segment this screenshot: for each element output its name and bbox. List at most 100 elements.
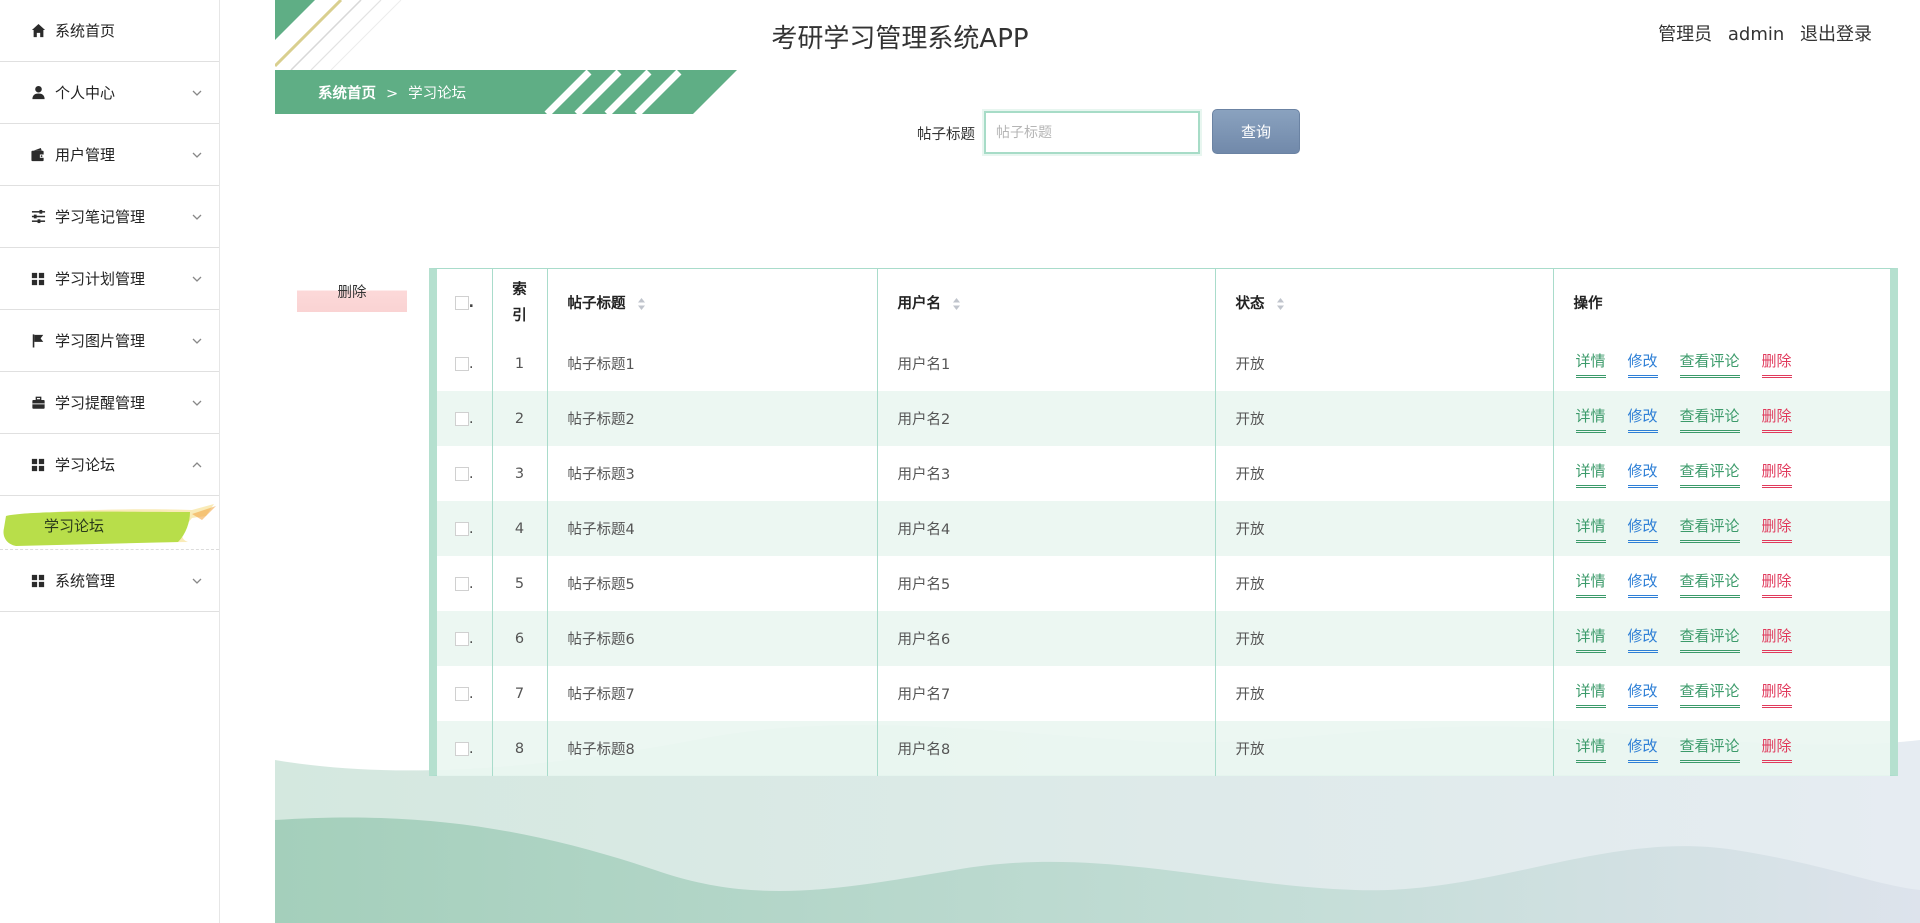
view-comments-link[interactable]: 查看评论 <box>1679 350 1740 378</box>
row-select-cell: . <box>437 391 492 446</box>
row-action-group: 详情 修改 查看评论 删除 <box>1574 350 1871 378</box>
sidebar-item-images[interactable]: 学习图片管理 <box>0 310 219 372</box>
sidebar-item-notes[interactable]: 学习笔记管理 <box>0 186 219 248</box>
delete-link[interactable]: 删除 <box>1761 515 1792 543</box>
row-checkbox[interactable] <box>455 576 470 591</box>
sort-icon[interactable] <box>952 297 961 311</box>
search-input[interactable] <box>982 109 1202 156</box>
chevron-down-icon <box>192 578 202 584</box>
row-username: 用户名6 <box>876 611 1215 666</box>
detail-link[interactable]: 详情 <box>1575 625 1606 653</box>
delete-link[interactable]: 删除 <box>1761 405 1792 433</box>
submenu-item-forum[interactable]: 学习论坛 <box>2 504 216 546</box>
user-info: 管理员 admin 退出登录 <box>1648 20 1872 46</box>
sidebar-item-system[interactable]: 系统管理 <box>0 550 219 612</box>
edit-link[interactable]: 修改 <box>1627 570 1658 598</box>
chevron-down-icon <box>192 214 202 220</box>
row-checkbox[interactable] <box>455 686 470 701</box>
row-select-cell: . <box>437 501 492 556</box>
view-comments-link[interactable]: 查看评论 <box>1679 405 1740 433</box>
row-checkbox[interactable] <box>455 521 470 536</box>
row-checkbox[interactable] <box>455 411 470 426</box>
row-title: 帖子标题6 <box>546 611 877 666</box>
row-select-cell: . <box>437 556 492 611</box>
sort-icon[interactable] <box>637 297 646 311</box>
sidebar-item-plans[interactable]: 学习计划管理 <box>0 248 219 310</box>
sidebar-item-home[interactable]: 系统首页 <box>0 0 219 62</box>
row-action-group: 详情 修改 查看评论 删除 <box>1574 460 1871 488</box>
row-checkbox[interactable] <box>455 631 470 646</box>
delete-link[interactable]: 删除 <box>1761 350 1792 378</box>
sidebar-item-users[interactable]: 用户管理 <box>0 124 219 186</box>
sidebar-item-profile[interactable]: 个人中心 <box>0 62 219 124</box>
edit-link[interactable]: 修改 <box>1627 515 1658 543</box>
detail-link[interactable]: 详情 <box>1575 460 1606 488</box>
table-body: . 1 帖子标题1 用户名1 开放 详情 修改 查看评论 删除. 2 帖子标题2 用户名2 开放 详情 修改… <box>437 336 1890 776</box>
row-username: 用户名2 <box>876 391 1215 446</box>
edit-link[interactable]: 修改 <box>1627 625 1658 653</box>
row-status: 开放 <box>1214 391 1553 446</box>
table-row: . 1 帖子标题1 用户名1 开放 详情 修改 查看评论 删除 <box>437 336 1890 391</box>
sort-icon[interactable] <box>1276 297 1285 311</box>
view-comments-link[interactable]: 查看评论 <box>1679 680 1740 708</box>
grid-icon <box>30 271 46 287</box>
view-comments-link[interactable]: 查看评论 <box>1679 735 1740 763</box>
detail-link[interactable]: 详情 <box>1575 570 1606 598</box>
row-title: 帖子标题1 <box>546 336 877 391</box>
sidebar-item-label: 系统首页 <box>55 22 116 40</box>
checkbox-dot: . <box>469 410 474 427</box>
index-header: 索引 <box>491 269 547 336</box>
edit-link[interactable]: 修改 <box>1627 460 1658 488</box>
detail-link[interactable]: 详情 <box>1575 405 1606 433</box>
edit-link[interactable]: 修改 <box>1627 350 1658 378</box>
search-button[interactable]: 查询 <box>1212 109 1300 154</box>
wallet-icon <box>30 147 46 163</box>
edit-link[interactable]: 修改 <box>1627 735 1658 763</box>
detail-link[interactable]: 详情 <box>1575 680 1606 708</box>
title-header[interactable]: 帖子标题 <box>546 269 877 336</box>
delete-link[interactable]: 删除 <box>1761 570 1792 598</box>
delete-link[interactable]: 删除 <box>1761 460 1792 488</box>
breadcrumb-home[interactable]: 系统首页 <box>318 86 376 102</box>
username-header[interactable]: 用户名 <box>876 269 1215 336</box>
row-select-cell: . <box>437 446 492 501</box>
detail-link[interactable]: 详情 <box>1575 735 1606 763</box>
delete-link[interactable]: 删除 <box>1761 680 1792 708</box>
checkbox-dot: . <box>469 630 474 647</box>
row-index: 4 <box>491 501 547 556</box>
row-checkbox[interactable] <box>455 356 470 371</box>
row-checkbox[interactable] <box>455 741 470 756</box>
sidebar-item-reminders[interactable]: 学习提醒管理 <box>0 372 219 434</box>
row-username: 用户名8 <box>876 721 1215 776</box>
row-username: 用户名5 <box>876 556 1215 611</box>
sidebar-item-forum[interactable]: 学习论坛 <box>0 434 219 496</box>
batch-delete-button[interactable]: 删除 <box>297 281 407 312</box>
row-status: 开放 <box>1214 721 1553 776</box>
row-checkbox[interactable] <box>455 466 470 481</box>
table-row: . 3 帖子标题3 用户名3 开放 详情 修改 查看评论 删除 <box>437 446 1890 501</box>
detail-link[interactable]: 详情 <box>1575 515 1606 543</box>
status-header[interactable]: 状态 <box>1214 269 1553 336</box>
table-row: . 6 帖子标题6 用户名6 开放 详情 修改 查看评论 删除 <box>437 611 1890 666</box>
detail-link[interactable]: 详情 <box>1575 350 1606 378</box>
edit-link[interactable]: 修改 <box>1627 680 1658 708</box>
logout-button[interactable]: 退出登录 <box>1800 24 1872 45</box>
view-comments-link[interactable]: 查看评论 <box>1679 515 1740 543</box>
row-status: 开放 <box>1214 336 1553 391</box>
header-stripe-decoration <box>275 0 402 70</box>
username-header-label: 用户名 <box>897 296 942 312</box>
row-select-cell: . <box>437 666 492 721</box>
forum-table: . 索引 帖子标题 用户名 状态 操作 . 1 帖子标题1 用户名1 开放 详情… <box>429 268 1898 776</box>
delete-link[interactable]: 删除 <box>1761 625 1792 653</box>
row-index: 6 <box>491 611 547 666</box>
view-comments-link[interactable]: 查看评论 <box>1679 570 1740 598</box>
select-all-checkbox[interactable] <box>454 295 469 310</box>
row-select-cell: . <box>437 721 492 776</box>
checkbox-dot: . <box>469 465 474 482</box>
row-title: 帖子标题2 <box>546 391 877 446</box>
edit-link[interactable]: 修改 <box>1627 405 1658 433</box>
view-comments-link[interactable]: 查看评论 <box>1679 625 1740 653</box>
row-actions: 详情 修改 查看评论 删除 <box>1552 666 1890 721</box>
delete-link[interactable]: 删除 <box>1761 735 1792 763</box>
view-comments-link[interactable]: 查看评论 <box>1679 460 1740 488</box>
